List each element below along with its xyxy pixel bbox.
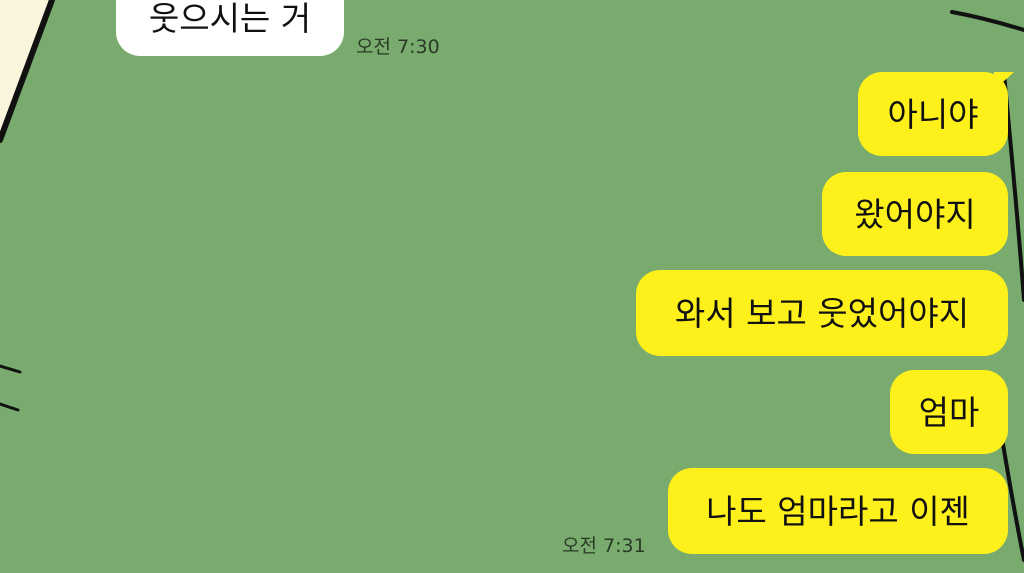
wallpaper-line — [0, 402, 20, 412]
incoming-message-bubble[interactable]: 웃으시는 거 — [116, 0, 344, 56]
outgoing-message-bubble[interactable]: 엄마 — [890, 370, 1008, 454]
message-timestamp: 오전 7:31 — [562, 535, 646, 557]
outgoing-message-bubble[interactable]: 왔어야지 — [822, 172, 1008, 256]
chat-background: 웃으시는 거 오전 7:30 아니야 왔어야지 와서 보고 웃었어야지 엄마 나… — [0, 0, 1024, 573]
wallpaper-line — [0, 364, 22, 374]
message-text: 엄마 — [918, 392, 980, 432]
outgoing-message-bubble[interactable]: 나도 엄마라고 이젠 — [668, 468, 1008, 554]
message-text: 왔어야지 — [854, 194, 976, 234]
message-text: 웃으시는 거 — [148, 0, 312, 38]
message-text: 아니야 — [887, 94, 979, 134]
outgoing-message-bubble[interactable]: 와서 보고 웃었어야지 — [636, 270, 1008, 356]
message-timestamp: 오전 7:30 — [356, 36, 440, 58]
message-text: 와서 보고 웃었어야지 — [674, 293, 970, 333]
wallpaper-line — [950, 10, 1024, 32]
message-text: 나도 엄마라고 이젠 — [706, 491, 970, 531]
outgoing-message-bubble[interactable]: 아니야 — [858, 72, 1008, 156]
bubble-tail — [994, 72, 1014, 90]
